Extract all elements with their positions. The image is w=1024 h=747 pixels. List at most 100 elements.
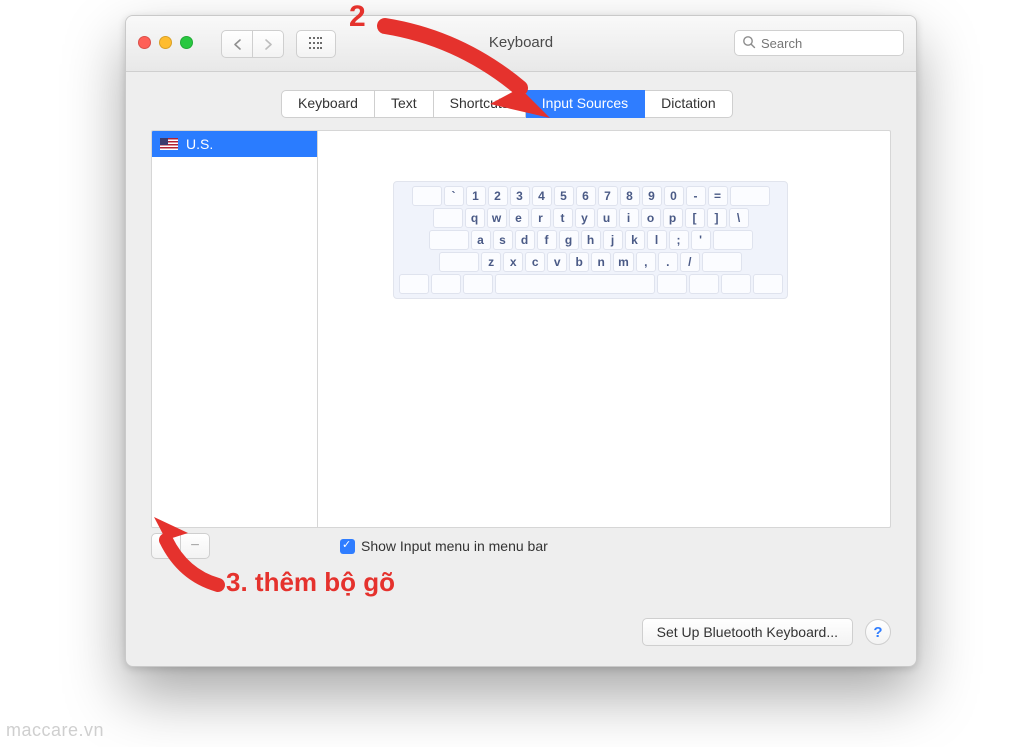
modifier-key bbox=[753, 274, 783, 294]
key-;: ; bbox=[669, 230, 689, 250]
key-h: h bbox=[581, 230, 601, 250]
modifier-key bbox=[429, 230, 469, 250]
setup-bluetooth-keyboard-button[interactable]: Set Up Bluetooth Keyboard... bbox=[642, 618, 853, 646]
space-key bbox=[495, 274, 655, 294]
list-actions-row: + − Show Input menu in menu bar bbox=[151, 530, 891, 562]
watermark: maccare.vn bbox=[6, 720, 104, 741]
key-v: v bbox=[547, 252, 567, 272]
key-p: p bbox=[663, 208, 683, 228]
add-remove-group: + − bbox=[151, 533, 210, 559]
key-c: c bbox=[525, 252, 545, 272]
keyboard-preview-pane: `1234567890-=qwertyuiop[]\asdfghjkl;'zxc… bbox=[318, 131, 890, 527]
annotation-step-2: 2 bbox=[349, 0, 366, 34]
key-i: i bbox=[619, 208, 639, 228]
key-y: y bbox=[575, 208, 595, 228]
key-u: u bbox=[597, 208, 617, 228]
key-6: 6 bbox=[576, 186, 596, 206]
key-e: e bbox=[509, 208, 529, 228]
key-.: . bbox=[658, 252, 678, 272]
key-0: 0 bbox=[664, 186, 684, 206]
tab-text[interactable]: Text bbox=[375, 90, 434, 118]
show-input-menu-row: Show Input menu in menu bar bbox=[340, 538, 548, 554]
search-icon bbox=[742, 35, 756, 52]
key-1: 1 bbox=[466, 186, 486, 206]
key-7: 7 bbox=[598, 186, 618, 206]
key-2: 2 bbox=[488, 186, 508, 206]
tab-bar: Keyboard Text Shortcuts Input Sources Di… bbox=[281, 90, 761, 116]
show-all-button[interactable] bbox=[296, 30, 336, 58]
key-w: w bbox=[487, 208, 507, 228]
key-s: s bbox=[493, 230, 513, 250]
modifier-key bbox=[412, 186, 442, 206]
key-a: a bbox=[471, 230, 491, 250]
show-input-menu-label: Show Input menu in menu bar bbox=[361, 538, 548, 554]
titlebar: Keyboard bbox=[126, 16, 916, 72]
annotation-step-3: 3. thêm bộ gõ bbox=[226, 567, 395, 598]
modifier-key bbox=[702, 252, 742, 272]
tab-dictation[interactable]: Dictation bbox=[645, 90, 732, 118]
key-m: m bbox=[613, 252, 634, 272]
key-d: d bbox=[515, 230, 535, 250]
minimize-icon[interactable] bbox=[159, 36, 172, 49]
key-8: 8 bbox=[620, 186, 640, 206]
close-icon[interactable] bbox=[138, 36, 151, 49]
key-o: o bbox=[641, 208, 661, 228]
modifier-key bbox=[721, 274, 751, 294]
add-source-button[interactable]: + bbox=[151, 533, 181, 559]
show-input-menu-checkbox[interactable] bbox=[340, 539, 355, 554]
key-x: x bbox=[503, 252, 523, 272]
search-field-wrap bbox=[734, 30, 904, 56]
footer-row: Set Up Bluetooth Keyboard... ? bbox=[642, 618, 891, 646]
modifier-key bbox=[689, 274, 719, 294]
key-n: n bbox=[591, 252, 611, 272]
flag-us-icon bbox=[160, 138, 178, 150]
modifier-key bbox=[713, 230, 753, 250]
key-\: \ bbox=[729, 208, 749, 228]
back-button[interactable] bbox=[221, 30, 253, 58]
key-`: ` bbox=[444, 186, 464, 206]
key-q: q bbox=[465, 208, 485, 228]
key-5: 5 bbox=[554, 186, 574, 206]
modifier-key bbox=[730, 186, 770, 206]
key-g: g bbox=[559, 230, 579, 250]
tab-keyboard[interactable]: Keyboard bbox=[281, 90, 375, 118]
key-,: , bbox=[636, 252, 656, 272]
modifier-key bbox=[399, 274, 429, 294]
search-input[interactable] bbox=[734, 30, 904, 56]
key--: - bbox=[686, 186, 706, 206]
grid-icon bbox=[309, 37, 323, 51]
help-button[interactable]: ? bbox=[865, 619, 891, 645]
forward-button[interactable] bbox=[253, 30, 284, 58]
key-=: = bbox=[708, 186, 728, 206]
tab-input-sources[interactable]: Input Sources bbox=[526, 90, 645, 118]
key-f: f bbox=[537, 230, 557, 250]
zoom-icon[interactable] bbox=[180, 36, 193, 49]
modifier-key bbox=[657, 274, 687, 294]
key-/: / bbox=[680, 252, 700, 272]
key-l: l bbox=[647, 230, 667, 250]
tab-shortcuts[interactable]: Shortcuts bbox=[434, 90, 526, 118]
content-panel: U.S. `1234567890-= qwertyuiop[]\ asdfghjkl… bbox=[151, 130, 891, 528]
window-controls bbox=[138, 36, 193, 49]
key-b: b bbox=[569, 252, 589, 272]
modifier-key bbox=[431, 274, 461, 294]
key-r: r bbox=[531, 208, 551, 228]
key-k: k bbox=[625, 230, 645, 250]
nav-back-forward bbox=[221, 30, 284, 58]
key-9: 9 bbox=[642, 186, 662, 206]
key-t: t bbox=[553, 208, 573, 228]
key-3: 3 bbox=[510, 186, 530, 206]
key-': ' bbox=[691, 230, 711, 250]
input-source-item-us[interactable]: U.S. bbox=[152, 131, 317, 157]
key-]: ] bbox=[707, 208, 727, 228]
keyboard-layout-preview: `1234567890-=qwertyuiop[]\asdfghjkl;'zxc… bbox=[393, 181, 788, 299]
input-source-label: U.S. bbox=[186, 136, 213, 152]
modifier-key bbox=[463, 274, 493, 294]
modifier-key bbox=[433, 208, 463, 228]
key-[: [ bbox=[685, 208, 705, 228]
key-4: 4 bbox=[532, 186, 552, 206]
input-source-list[interactable]: U.S. bbox=[152, 131, 318, 527]
remove-source-button[interactable]: − bbox=[181, 533, 210, 559]
modifier-key bbox=[439, 252, 479, 272]
key-j: j bbox=[603, 230, 623, 250]
